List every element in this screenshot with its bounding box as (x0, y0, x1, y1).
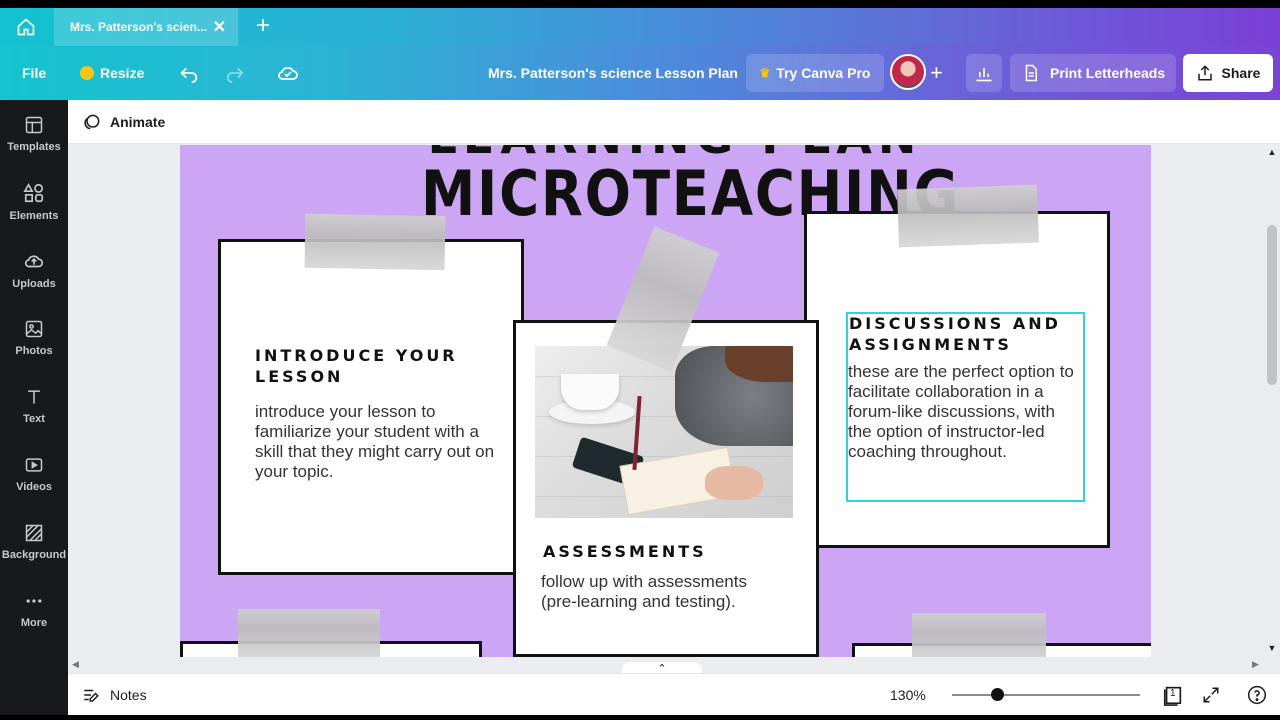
sidebar-item-templates[interactable]: Templates (0, 100, 68, 168)
sidebar-item-uploads[interactable]: Uploads (0, 236, 68, 304)
photos-icon (25, 320, 43, 338)
more-icon (26, 599, 42, 603)
fullscreen-button[interactable] (1200, 684, 1222, 706)
tape-decoration[interactable] (912, 613, 1046, 657)
card-body-introduce[interactable]: introduce your lesson to familiarize you… (255, 402, 495, 482)
animate-button[interactable]: Animate (82, 100, 165, 144)
background-icon (25, 524, 43, 542)
sidebar-item-elements[interactable]: Elements (0, 168, 68, 236)
sidebar-label: Background (1, 549, 67, 561)
card-title-assessments[interactable]: ASSESSMENTS (543, 541, 783, 562)
cloud-check-icon (278, 66, 298, 80)
try-canva-pro-button[interactable]: ♛ Try Canva Pro (746, 54, 884, 92)
tape-decoration[interactable] (238, 609, 380, 657)
help-icon (1247, 685, 1267, 705)
share-button[interactable]: Share (1183, 54, 1273, 92)
window-bottom-edge (0, 715, 1280, 720)
notes-icon (84, 689, 99, 702)
design-heading-top[interactable]: LEARNING PLAN FOR (375, 145, 975, 157)
card-title-introduce[interactable]: INTRODUCE YOUR LESSON (255, 345, 495, 387)
window-top-edge (0, 0, 1280, 8)
canva-editor: Mrs. Patterson's scien... ✕ + File Resiz… (0, 0, 1280, 720)
cloud-save-status[interactable] (276, 46, 300, 100)
zoom-slider-handle[interactable] (991, 688, 1004, 701)
scroll-right-icon[interactable]: ▶ (1252, 659, 1259, 670)
home-icon (17, 18, 35, 36)
home-button[interactable] (0, 8, 52, 46)
print-letterheads-button[interactable]: Print Letterheads (1010, 54, 1176, 92)
user-avatar[interactable] (890, 54, 926, 90)
try-pro-label: Try Canva Pro (776, 65, 871, 81)
share-label: Share (1221, 65, 1261, 81)
redo-button[interactable] (224, 46, 246, 100)
bar-chart-icon (976, 68, 992, 82)
page-number: 1 (1170, 688, 1176, 699)
sidebar-item-photos[interactable]: Photos (0, 304, 68, 372)
close-tab-icon[interactable]: ✕ (213, 17, 226, 37)
page-count-button[interactable]: 1 (1162, 684, 1184, 706)
browser-tab-strip: Mrs. Patterson's scien... ✕ + (0, 0, 1280, 46)
add-collaborator-button[interactable]: + (930, 46, 943, 100)
canvas-viewport[interactable]: LEARNING PLAN FOR MICROTEACHING INTRODUC… (68, 145, 1264, 657)
tape-decoration[interactable] (897, 184, 1039, 248)
sidebar-item-background[interactable]: Background (0, 508, 68, 576)
sidebar-item-text[interactable]: Text (0, 372, 68, 440)
text-icon (28, 390, 40, 404)
document-icon (1025, 64, 1037, 82)
expand-icon (1203, 687, 1219, 703)
scroll-up-icon[interactable]: ▲ (1264, 147, 1280, 157)
undo-icon (180, 67, 198, 84)
notes-label: Notes (110, 687, 147, 703)
share-icon (1197, 65, 1212, 81)
context-toolbar: Animate (68, 100, 1280, 144)
design-page[interactable]: LEARNING PLAN FOR MICROTEACHING INTRODUC… (180, 145, 1151, 657)
help-button[interactable] (1246, 684, 1268, 706)
templates-icon (25, 116, 43, 134)
redo-icon (226, 67, 244, 84)
videos-icon (25, 458, 43, 472)
print-label: Print Letterheads (1050, 65, 1166, 81)
sidebar-label: More (20, 617, 48, 629)
scroll-down-icon[interactable]: ▼ (1264, 643, 1280, 653)
zoom-level[interactable]: 130% (890, 674, 926, 716)
crown-icon: ♛ (759, 66, 771, 80)
crown-icon (80, 66, 94, 80)
tape-decoration[interactable] (304, 213, 446, 271)
zoom-slider[interactable] (952, 688, 1140, 701)
animate-label: Animate (110, 114, 166, 130)
resize-button[interactable]: Resize (80, 46, 144, 100)
document-title[interactable]: Mrs. Patterson's science Lesson Plan (488, 46, 738, 100)
sidebar-label: Photos (15, 345, 53, 357)
file-menu-button[interactable]: File (22, 46, 46, 100)
sidebar-item-videos[interactable]: Videos (0, 440, 68, 508)
undo-button[interactable] (178, 46, 200, 100)
scroll-left-icon[interactable]: ◀ (72, 659, 79, 670)
scrollbar-thumb[interactable] (1267, 225, 1277, 385)
uploads-icon (24, 255, 44, 268)
tab-title: Mrs. Patterson's scien... (70, 20, 207, 34)
editor-toolbar: File Resize Mrs. Patterson's science Les… (0, 46, 1280, 100)
card-body-assessments[interactable]: follow up with assessments (pre-learning… (541, 572, 781, 612)
text-selection-box[interactable] (846, 312, 1085, 502)
writing-photo[interactable] (535, 346, 793, 518)
sidebar-label: Videos (16, 481, 52, 493)
left-sidebar: Templates Elements Uploads Photos Text V… (0, 100, 68, 720)
animate-icon (84, 114, 100, 130)
sidebar-label: Uploads (12, 278, 56, 290)
document-tab[interactable]: Mrs. Patterson's scien... ✕ (54, 8, 238, 46)
new-tab-button[interactable]: + (250, 14, 276, 40)
sidebar-label: Text (23, 413, 45, 425)
sidebar-label: Templates (7, 141, 61, 153)
resize-label: Resize (100, 65, 145, 81)
sidebar-label: Elements (9, 210, 59, 222)
elements-icon (23, 183, 44, 203)
bottom-bar: Notes 130% 1 (68, 673, 1280, 715)
sidebar-item-more[interactable]: More (0, 576, 68, 644)
notes-button[interactable]: Notes (82, 674, 147, 716)
vertical-scrollbar[interactable]: ▲ ▼ (1264, 145, 1280, 657)
insights-button[interactable] (966, 54, 1002, 92)
